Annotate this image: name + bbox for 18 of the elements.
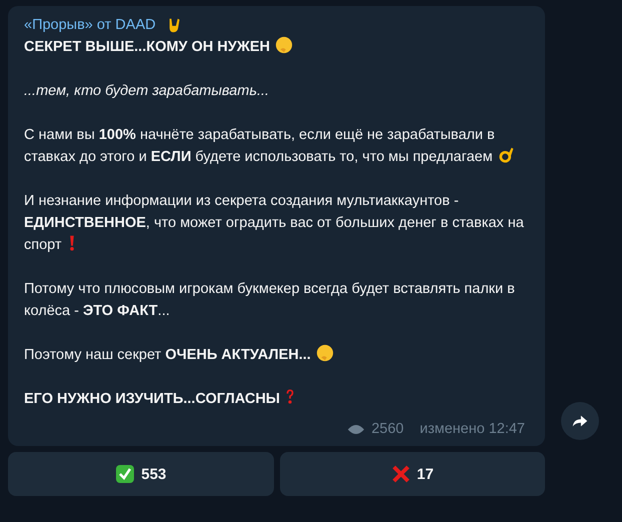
view-count: 2560 <box>371 420 404 439</box>
reaction-button[interactable]: 17 <box>280 452 545 496</box>
question-icon <box>285 388 296 406</box>
message-paragraph: С нами вы 100% начнёте зарабатывать, если ещё не зарабатывали в ставках до этого и ЕСЛИ будете использовать то, что мы предлагаем <box>24 127 516 165</box>
check-icon <box>115 464 136 484</box>
message-paragraph: Потому что плюсовым игрокам букмекер всегда будет вставлять палки в колёса - ЭТО ФАКТ... <box>24 281 515 319</box>
forward-button[interactable] <box>561 402 599 440</box>
eye-icon <box>347 422 366 436</box>
channel-name[interactable]: «Прорыв» от DAAD <box>24 14 156 36</box>
reaction-button[interactable]: 553 <box>8 452 274 496</box>
cross-icon <box>390 464 411 484</box>
message-paragraph: И незнание информации из секрета создания мультиаккаунтов - ЕДИНСТВЕННОЕ, что может оградить вас от больших денег в ставках на спорт <box>24 193 524 253</box>
message-paragraph: ...тем, кто будет зарабатывать... <box>24 83 270 99</box>
message-paragraph: Поэтому наш секрет ОЧЕНЬ АКТУАЛЕН... <box>24 347 334 363</box>
edited-time: изменено 12:47 <box>420 420 525 439</box>
ok-hand-icon <box>498 146 516 164</box>
message-paragraph: ЕГО НУЖНО ИЗУЧИТЬ...СОГЛАСНЫ <box>24 391 296 407</box>
message-paragraph: СЕКРЕТ ВЫШЕ...КОМУ ОН НУЖЕН <box>24 39 293 55</box>
